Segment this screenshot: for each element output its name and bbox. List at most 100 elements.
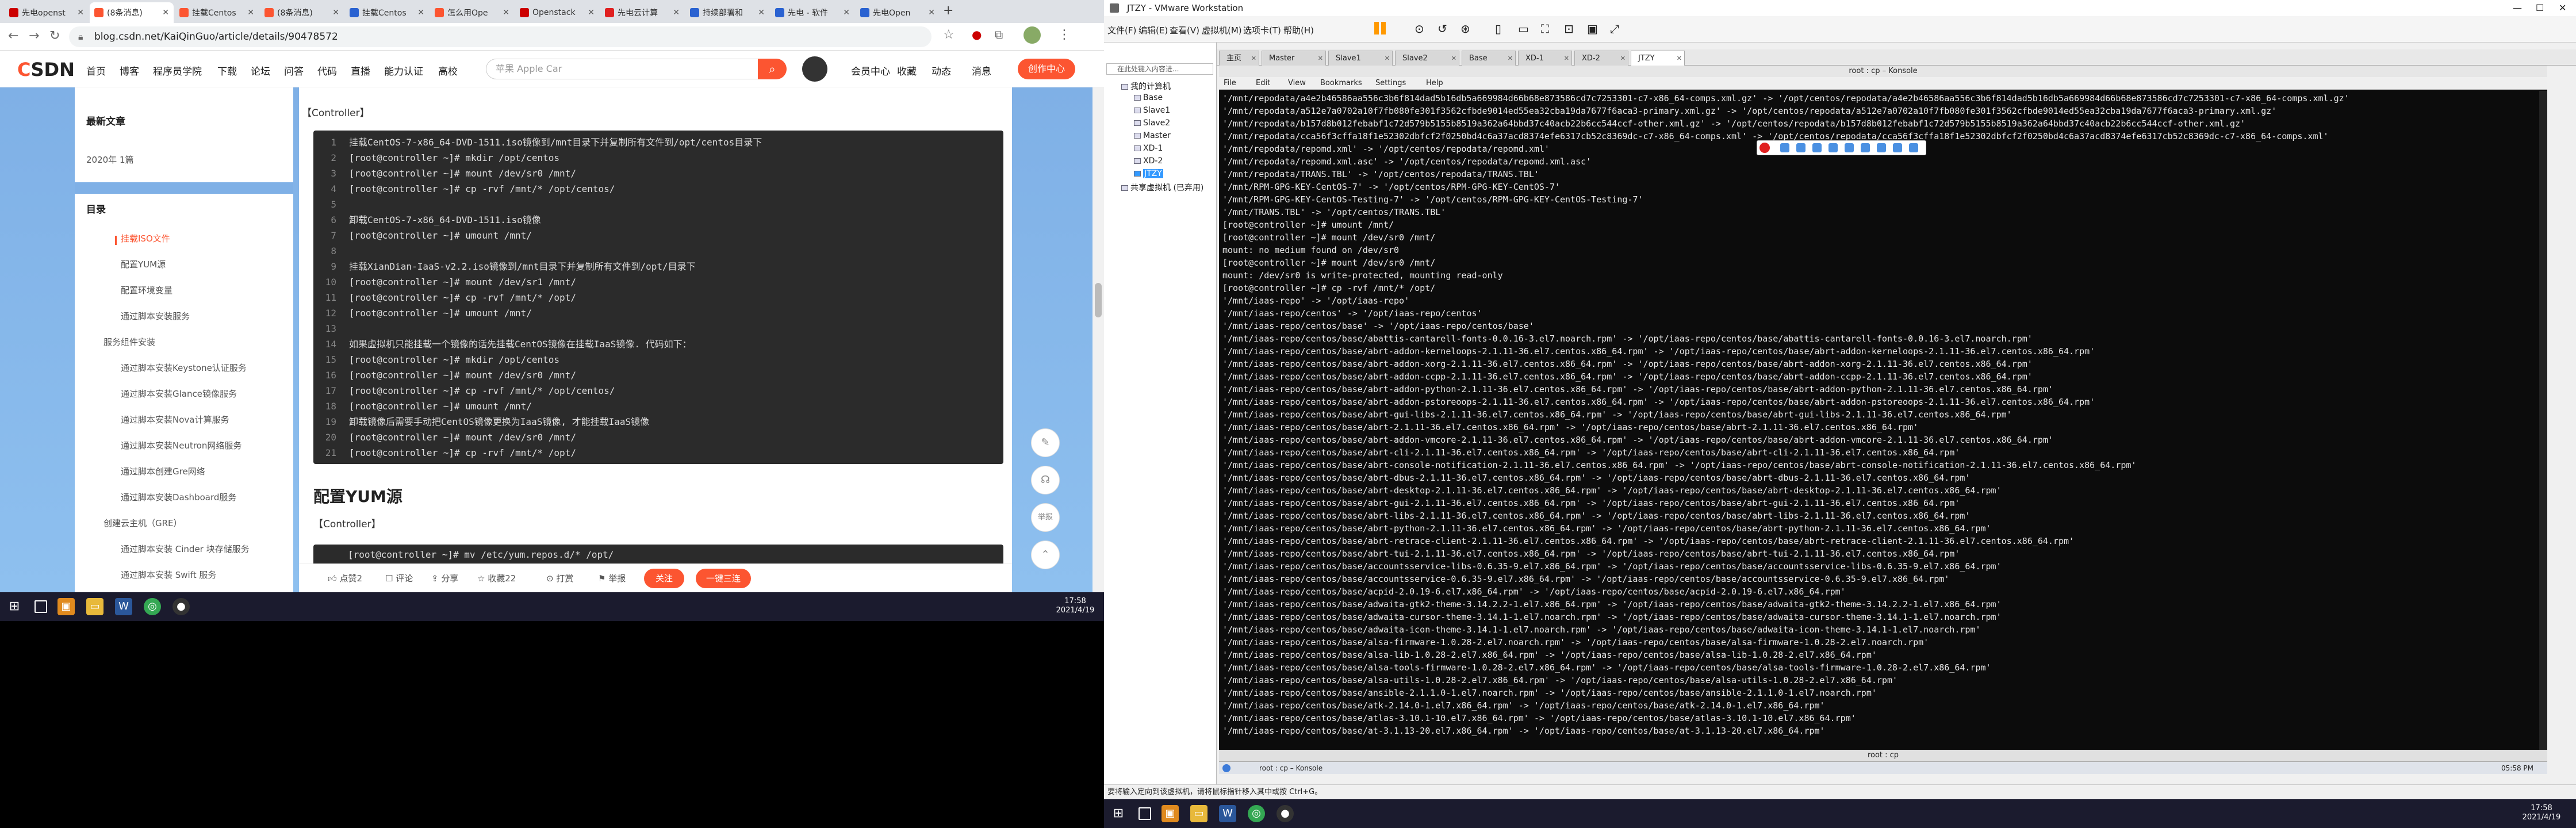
browser-tab[interactable]: Openstack ✕ (515, 2, 599, 23)
archive-link[interactable]: 2020年 1篇 (86, 154, 134, 166)
nav-link[interactable]: 直播 (351, 63, 370, 78)
unity-icon[interactable]: ⊡ (1564, 22, 1574, 36)
header-link[interactable]: 消息 (972, 63, 991, 78)
browser-tab[interactable]: 持续部署和 ✕ (685, 2, 769, 23)
new-tab-icon[interactable]: + (943, 3, 953, 18)
close-tab-icon[interactable]: ✕ (1620, 51, 1626, 66)
browser-tab[interactable]: 挂载Centos ✕ (345, 2, 429, 23)
toc-item[interactable]: 通过脚本创建Gre网络 (121, 465, 205, 477)
user-avatar[interactable] (802, 56, 827, 82)
ime-icon-8[interactable] (1893, 143, 1902, 152)
toc-item[interactable]: 通过脚本安装Neutron网络服务 (121, 439, 241, 451)
library-item[interactable]: Slave1 (1134, 106, 1170, 115)
ime-icon-5[interactable] (1845, 143, 1854, 152)
profile-avatar[interactable] (1023, 26, 1041, 44)
windows-start-icon-2[interactable]: ⊞ (1110, 805, 1127, 822)
extensions-puzzle-icon[interactable]: ⧉ (995, 28, 1003, 41)
like-button[interactable]: 👍︎ 点赞2 (328, 572, 362, 584)
nav-link[interactable]: 能力认证 (384, 63, 423, 78)
ime-icon-1[interactable] (1780, 143, 1789, 152)
follow-button[interactable]: 关注 (644, 569, 684, 588)
scrollbar-thumb[interactable] (1095, 283, 1102, 317)
toc-item[interactable]: 创建云主机（GRE） (103, 517, 182, 529)
vm-tab[interactable]: Base ✕ (1462, 51, 1516, 66)
konsole-menu-item[interactable]: Settings (1375, 79, 1406, 87)
close-tab-icon[interactable]: ✕ (1385, 51, 1390, 66)
toc-item[interactable]: 通过脚本安装Keystone认证服务 (121, 362, 247, 374)
vmware-menu-item[interactable]: 编辑(E) (1138, 24, 1168, 36)
close-tab-icon[interactable]: ✕ (332, 8, 339, 17)
library-search[interactable]: 在此处键入内容进... (1106, 63, 1213, 75)
library-item[interactable]: XD-1 (1134, 144, 1163, 153)
toc-item[interactable]: 通过脚本安装Dashboard服务 (121, 491, 236, 503)
view-sidebar-icon[interactable]: ▯ (1495, 22, 1501, 36)
share-button[interactable]: ⇪ 分享 (431, 572, 458, 584)
vmware-menu-item[interactable]: 帮助(H) (1283, 24, 1314, 36)
vmware-menu-item[interactable]: 选项卡(T) (1243, 24, 1281, 36)
ime-icon-3[interactable] (1812, 143, 1822, 152)
toc-item[interactable]: 通过脚本安装 Cinder 块存储服务 (121, 543, 250, 555)
close-icon[interactable]: ✕ (2559, 0, 2566, 16)
browser-tab[interactable]: 先电云计算 ✕ (600, 2, 684, 23)
konsole-menu-item[interactable]: View (1288, 79, 1306, 87)
library-item[interactable]: 我的计算机 (1121, 80, 1171, 92)
toc-item[interactable]: 通过脚本安装Nova计算服务 (121, 413, 229, 425)
toc-item[interactable]: 服务组件安装 (103, 336, 155, 348)
terminal-output[interactable]: '/mnt/repodata/a4e2b46586aa556c3b6f814da… (1219, 91, 2547, 750)
close-tab-icon[interactable]: ✕ (1251, 51, 1256, 66)
extension-icon[interactable]: ● (972, 28, 982, 41)
vm-tab[interactable]: Slave1 ✕ (1328, 51, 1393, 66)
word-icon[interactable]: W (115, 598, 132, 615)
close-tab-icon[interactable]: ✕ (1564, 51, 1569, 66)
reward-button[interactable]: ⊙ 打赏 (546, 572, 573, 584)
view-thumbnail-icon[interactable]: ▭ (1518, 22, 1529, 36)
task-view-icon[interactable] (34, 600, 47, 613)
ime-icon-6[interactable] (1861, 143, 1870, 152)
vmware-menu-item[interactable]: 文件(F) (1107, 24, 1136, 36)
guest-task-item[interactable]: root : cp – Konsole (1236, 762, 1409, 775)
header-link[interactable]: 会员中心 (851, 63, 890, 78)
chrome-icon-2[interactable]: ◎ (1248, 805, 1265, 822)
back-to-top-icon[interactable]: ⌃ (1031, 540, 1060, 569)
windows-start-icon[interactable]: ⊞ (6, 598, 23, 615)
nav-link[interactable]: 论坛 (251, 63, 270, 78)
vm-tab[interactable]: XD-1 ✕ (1518, 51, 1572, 66)
revert-icon[interactable]: ↺ (1438, 22, 1447, 36)
star-icon[interactable]: ☆ (943, 28, 954, 42)
close-tab-icon[interactable]: ✕ (928, 8, 935, 17)
vmware-taskbar-icon-2[interactable]: ▣ (1162, 805, 1179, 822)
browser-tab[interactable]: 先电 - 软件 ✕ (770, 2, 854, 23)
file-explorer-icon[interactable]: ▭ (86, 598, 103, 615)
konsole-tab-status[interactable]: root : cp (1219, 750, 2547, 761)
close-tab-icon[interactable]: ✕ (417, 8, 424, 17)
search-icon[interactable]: ⌕ (758, 59, 787, 79)
stretch-icon[interactable]: ⤢ (1610, 22, 1619, 36)
maximize-icon[interactable]: ☐ (2536, 0, 2544, 16)
minimize-icon[interactable]: — (2513, 0, 2522, 16)
sogou-ime-icon[interactable] (1759, 143, 1770, 153)
toc-item[interactable]: 通过脚本安装 Swift 服务 (121, 569, 216, 581)
close-tab-icon[interactable]: ✕ (162, 8, 169, 17)
fullscreen-icon[interactable]: ⛶ (1541, 22, 1549, 36)
comment-button[interactable]: ☐ 评论 (385, 572, 413, 584)
close-tab-icon[interactable]: ✕ (247, 8, 254, 17)
task-view-icon-2[interactable] (1138, 807, 1151, 820)
browser-tab[interactable]: 先电openst ✕ (5, 2, 89, 23)
forward-icon[interactable]: → (29, 29, 39, 43)
vm-tab[interactable]: XD-2 ✕ (1574, 51, 1628, 66)
browser-tab[interactable]: (8条消息) ✕ (90, 2, 174, 23)
konsole-menu-item[interactable]: Bookmarks (1320, 79, 1362, 87)
create-center-button[interactable]: 创作中心 (1018, 59, 1075, 79)
close-tab-icon[interactable]: ✕ (1318, 51, 1323, 66)
close-tab-icon[interactable]: ✕ (1677, 51, 1682, 66)
close-tab-icon[interactable]: ✕ (673, 8, 680, 17)
close-tab-icon[interactable]: ✕ (503, 8, 509, 17)
ime-icon-7[interactable] (1877, 143, 1886, 152)
address-bar[interactable]: 🔒︎ blog.csdn.net/KaiQinGuo/article/detai… (69, 26, 931, 47)
library-item[interactable]: Master (1134, 131, 1171, 140)
konsole-menu-item[interactable]: Help (1426, 79, 1443, 87)
close-tab-icon[interactable]: ✕ (588, 8, 595, 17)
pause-icon[interactable] (1374, 22, 1379, 34)
headset-icon[interactable]: ☊ (1031, 466, 1060, 494)
vmware-taskbar-icon[interactable]: ▣ (57, 598, 75, 615)
